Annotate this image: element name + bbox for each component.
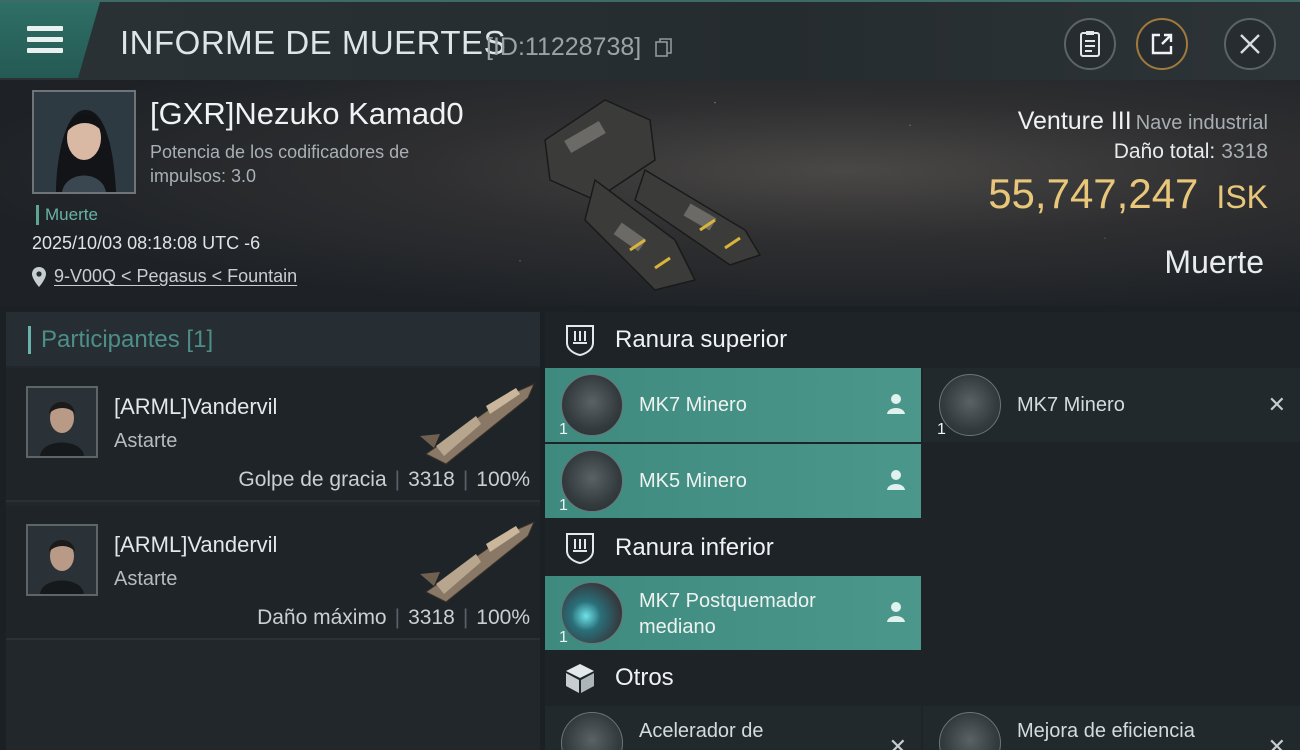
total-damage-value: 3318 xyxy=(1221,140,1268,163)
module-item[interactable]: 1 MK7 Postquemador mediano xyxy=(545,576,921,650)
victim-banner: [GXR]Nezuko Kamad0 Potencia de los codif… xyxy=(0,80,1300,306)
attacker-ship: Astarte xyxy=(114,430,178,452)
module-item[interactable]: 1 MK5 Minero xyxy=(545,444,921,518)
page-title: INFORME DE MUERTES xyxy=(120,24,507,61)
module-name: MK7 Minero xyxy=(1017,394,1125,416)
module-icon xyxy=(561,712,623,750)
close-icon xyxy=(1240,34,1260,54)
kill-location[interactable]: 9-V00Q < Pegasus < Fountain xyxy=(32,266,297,287)
afterburner-module-icon xyxy=(561,582,623,644)
module-item[interactable]: 1 MK7 Minero ✕ xyxy=(923,368,1300,442)
copy-icon[interactable] xyxy=(655,38,673,58)
share-button[interactable] xyxy=(1136,18,1188,70)
module-quantity: 1 xyxy=(559,629,568,646)
hamburger-menu-icon xyxy=(27,26,63,54)
attacker-portrait-image xyxy=(28,526,96,594)
miner-module-icon xyxy=(561,450,623,512)
clipboard-icon xyxy=(1080,31,1100,57)
location-text[interactable]: 9-V00Q < Pegasus < Fountain xyxy=(54,266,297,287)
victim-portrait[interactable] xyxy=(32,90,136,194)
high-slot-header: Ranura superior xyxy=(545,312,1300,368)
attacker-stats: Golpe de gracia | 3318 | 100% xyxy=(238,468,530,491)
attacker-ship-image xyxy=(420,521,535,603)
participants-title-text: Participantes xyxy=(41,326,180,353)
attacker-ship-image xyxy=(420,383,535,465)
module-name: Acelerador de xyxy=(639,720,764,742)
module-name: Mejora de eficiencia xyxy=(1017,720,1195,742)
module-icon xyxy=(939,712,1001,750)
high-slot-icon xyxy=(566,325,594,357)
attacker-damage: 3318 xyxy=(408,468,455,491)
kill-datetime: 2025/10/03 08:18:08 UTC -6 xyxy=(32,233,261,253)
attacker-role: Daño máximo xyxy=(257,606,387,629)
total-damage-label: Daño total: xyxy=(1113,140,1216,163)
miner-module-icon xyxy=(561,374,623,436)
attacker-role: Golpe de gracia xyxy=(238,468,387,491)
attacker-percent: 100% xyxy=(476,468,530,491)
participants-panel: Participantes [1] [ARML]Vandervil Astart… xyxy=(6,312,540,750)
attacker-stats: Daño máximo | 3318 | 100% xyxy=(257,606,530,629)
attacker-ship: Astarte xyxy=(114,568,178,590)
low-slot-icon xyxy=(566,533,594,565)
destroyed-x-icon: ✕ xyxy=(1267,392,1286,417)
victim-name[interactable]: [GXR]Nezuko Kamad0 xyxy=(150,96,464,132)
miner-module-icon xyxy=(939,374,1001,436)
attacker-damage: 3318 xyxy=(408,606,455,629)
ship-class: Nave industrial xyxy=(1135,112,1268,134)
destroyed-x-icon: ✕ xyxy=(888,734,907,750)
outcome-label: Muerte xyxy=(1164,244,1264,280)
total-damage: Daño total: 3318 xyxy=(1114,140,1268,164)
top-bar: INFORME DE MUERTES [ID:11228738] xyxy=(0,0,1300,80)
location-pin-icon xyxy=(32,266,46,287)
isk-currency: ISK xyxy=(1216,179,1268,215)
close-button[interactable] xyxy=(1224,18,1276,70)
attacker-name: [ARML]Vandervil xyxy=(114,532,278,557)
victim-ship-image xyxy=(544,99,762,291)
module-name: MK7 Minero xyxy=(639,394,747,416)
other-title: Otros xyxy=(615,664,674,691)
ship-type: Venture III xyxy=(1017,107,1132,135)
attacker-percent: 100% xyxy=(476,606,530,629)
person-icon xyxy=(887,394,905,414)
report-id: [ID:11228738] xyxy=(486,33,642,61)
participant-row[interactable]: [ARML]Vandervil Astarte Golpe de gracia … xyxy=(6,368,540,502)
participants-count: [1] xyxy=(186,326,214,353)
person-icon xyxy=(887,602,905,622)
participants-header: Participantes [1] xyxy=(6,312,540,366)
share-export-icon xyxy=(1151,33,1173,55)
high-slot-title: Ranura superior xyxy=(615,326,788,353)
attacker-portrait-image xyxy=(28,388,96,456)
module-item[interactable]: Mejora de eficiencia ✕ xyxy=(923,706,1300,750)
module-quantity: 1 xyxy=(559,421,568,438)
victim-attribute: Potencia de los codificadores de impulso… xyxy=(150,142,410,186)
fitting-panel: Ranura superior 1 MK7 Minero 1 MK7 Miner… xyxy=(545,312,1300,750)
isk-value: 55,747,247 ISK xyxy=(988,170,1268,218)
module-name-line2: mediano xyxy=(639,616,716,638)
module-name-line1: MK7 Postquemador xyxy=(639,590,816,612)
attacker-portrait xyxy=(26,524,98,596)
low-slot-title: Ranura inferior xyxy=(615,534,774,561)
module-quantity: 1 xyxy=(559,497,568,514)
participant-row[interactable]: [ARML]Vandervil Astarte Daño máximo | 33… xyxy=(6,506,540,640)
participants-title: Participantes [1] xyxy=(28,326,213,354)
loss-tag: Muerte xyxy=(36,205,98,225)
pilot-portrait-image xyxy=(34,92,134,192)
module-item[interactable]: Acelerador de ✕ xyxy=(545,706,921,750)
low-slot-header: Ranura inferior xyxy=(545,520,1300,576)
module-item[interactable]: 1 MK7 Minero xyxy=(545,368,921,442)
attacker-portrait xyxy=(26,386,98,458)
other-header: Otros xyxy=(545,650,1300,706)
cargo-box-icon xyxy=(566,664,594,693)
clipboard-button[interactable] xyxy=(1064,18,1116,70)
module-quantity: 1 xyxy=(937,421,946,438)
isk-amount: 55,747,247 xyxy=(988,170,1199,217)
victim-ship-name[interactable]: Venture III Nave industrial xyxy=(1018,107,1268,136)
menu-button[interactable] xyxy=(0,2,100,78)
destroyed-x-icon: ✕ xyxy=(1267,734,1286,750)
module-name: MK5 Minero xyxy=(639,470,747,492)
attacker-name: [ARML]Vandervil xyxy=(114,394,278,419)
person-icon xyxy=(887,470,905,490)
